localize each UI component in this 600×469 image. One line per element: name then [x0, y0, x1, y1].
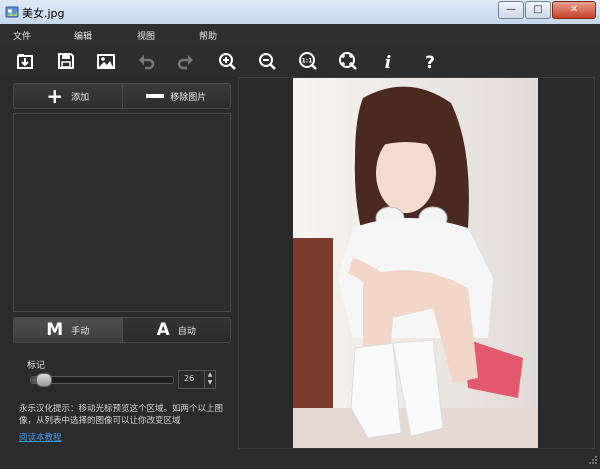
- remove-image-button[interactable]: 移除图片: [121, 84, 231, 108]
- svg-text:1:1: 1:1: [302, 58, 313, 65]
- image-icon: [97, 54, 115, 69]
- manual-mode-icon: M: [46, 320, 64, 340]
- mode-switch: M 手动 A 自动: [13, 317, 231, 343]
- svg-text:i: i: [385, 53, 391, 71]
- marker-label: 标记: [27, 361, 46, 371]
- save-icon: [58, 53, 74, 69]
- zoom-fit-icon: [339, 52, 357, 70]
- left-panel: + 添加 移除图片 M 手动 A 自动 标记 26 ▲ ▼ 永乐汉化提示：移动光…: [0, 77, 238, 462]
- open-folder-icon: [17, 54, 33, 69]
- minimize-button[interactable]: —: [498, 1, 524, 19]
- image-list[interactable]: [13, 113, 231, 312]
- add-button[interactable]: + 添加: [14, 84, 122, 108]
- zoom-in-button[interactable]: [215, 49, 239, 73]
- svg-text:?: ?: [425, 53, 435, 71]
- undo-icon: [139, 55, 155, 70]
- add-button-label: 添加: [71, 92, 90, 103]
- menu-view[interactable]: 视图: [137, 29, 155, 42]
- close-button[interactable]: ✕: [552, 1, 596, 19]
- auto-mode-label: 自动: [177, 326, 196, 337]
- image-preview-panel[interactable]: [238, 77, 595, 449]
- remove-button-label: 移除图片: [170, 92, 207, 103]
- image-list-actions: + 添加 移除图片: [13, 83, 231, 109]
- resize-grip-icon[interactable]: [588, 455, 598, 465]
- manual-mode-label: 手动: [71, 326, 90, 337]
- manual-mode-button[interactable]: M 手动: [14, 318, 122, 342]
- app-window: 美女.jpg — □ ✕ 文件 编辑 视图 帮助 1:1 i ? + 添加 移除…: [0, 0, 600, 469]
- marker-value: 26: [184, 374, 195, 383]
- help-icon: ?: [425, 53, 435, 71]
- zoom-actual-size-icon: 1:1: [299, 52, 317, 70]
- image-button[interactable]: [94, 49, 118, 73]
- marker-slider-thumb[interactable]: [36, 373, 52, 387]
- window-title: 美女.jpg: [22, 7, 65, 20]
- spin-arrows: ▲ ▼: [204, 371, 215, 388]
- marker-spinbox[interactable]: 26 ▲ ▼: [178, 370, 216, 389]
- menu-edit[interactable]: 编辑: [74, 29, 92, 42]
- title-bar[interactable]: 美女.jpg — □ ✕: [0, 0, 600, 25]
- maximize-icon: □: [533, 4, 543, 15]
- maximize-button[interactable]: □: [525, 1, 551, 19]
- save-button[interactable]: [54, 49, 78, 73]
- plus-icon: +: [46, 84, 64, 108]
- tutorial-link[interactable]: 阅读本教程: [19, 431, 62, 443]
- auto-mode-button[interactable]: A 自动: [121, 318, 230, 342]
- minus-icon: [146, 94, 165, 98]
- redo-icon: [177, 55, 193, 70]
- app-icon: [5, 6, 19, 18]
- spin-up-icon[interactable]: ▲: [205, 371, 215, 379]
- info-icon: i: [385, 53, 391, 71]
- zoom-fit-button[interactable]: [336, 49, 360, 73]
- open-button[interactable]: [13, 49, 37, 73]
- status-bar: [0, 462, 600, 469]
- zoom-in-icon: [219, 53, 236, 70]
- zoom-actual-size-button[interactable]: 1:1: [296, 49, 320, 73]
- preview-photo: [293, 78, 538, 448]
- menu-help[interactable]: 帮助: [199, 29, 217, 42]
- toolbar: 1:1 i ?: [0, 45, 600, 77]
- redo-button[interactable]: [174, 49, 198, 73]
- spin-down-icon[interactable]: ▼: [205, 379, 215, 387]
- zoom-out-icon: [259, 53, 276, 70]
- zoom-out-button[interactable]: [255, 49, 279, 73]
- menu-bar: 文件 编辑 视图 帮助: [0, 24, 600, 45]
- close-icon: ✕: [569, 4, 579, 15]
- menu-file[interactable]: 文件: [13, 29, 31, 42]
- help-button[interactable]: ?: [418, 49, 442, 73]
- undo-button[interactable]: [134, 49, 158, 73]
- info-button[interactable]: i: [376, 49, 400, 73]
- window-controls: — □ ✕: [497, 1, 596, 19]
- auto-mode-icon: A: [156, 320, 170, 340]
- hint-text: 永乐汉化提示：移动光标预览这个区域。如两个以上图像，从列表中选择的图像可以让你改…: [19, 404, 224, 426]
- minimize-icon: —: [506, 4, 516, 15]
